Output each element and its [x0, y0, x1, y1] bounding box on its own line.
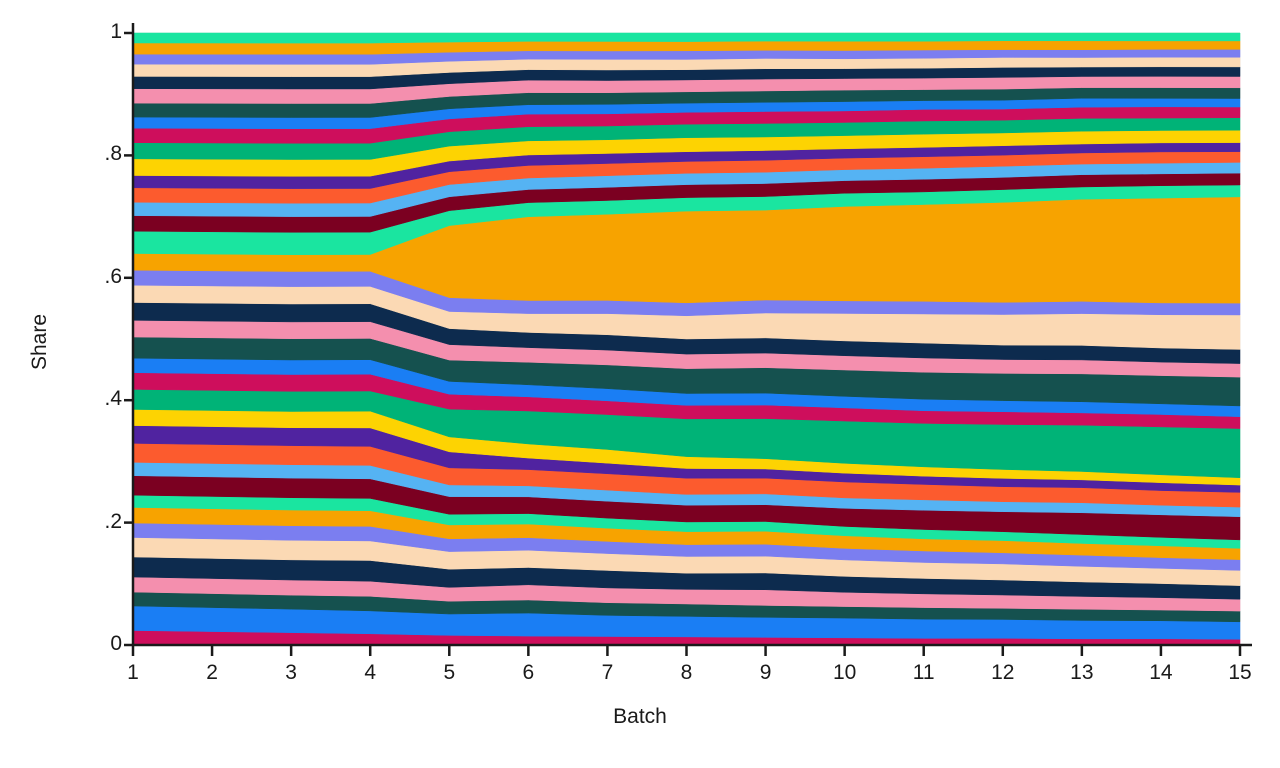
y-axis-title: Share — [28, 313, 51, 371]
x-axis-title: Batch — [613, 705, 667, 728]
y-tick-label: .8 — [104, 142, 122, 166]
x-tick-label: 2 — [206, 661, 218, 684]
stacked-area-chart — [124, 23, 1252, 656]
y-tick-label: .4 — [104, 387, 122, 411]
x-tick-label: 12 — [991, 661, 1015, 684]
y-tick-label: 0 — [110, 632, 122, 655]
x-tick-label: 15 — [1228, 661, 1252, 684]
x-tick-label: 11 — [912, 661, 935, 684]
x-tick-label: 8 — [680, 661, 693, 684]
x-tick-label: 4 — [364, 661, 377, 684]
x-tick-label: 10 — [832, 661, 857, 684]
y-tick-label: .2 — [104, 509, 122, 533]
chart-root: 1 2 3 4 5 6 7 8 9 10 11 12 13 14 15 0.2.4.6.8 1 Batch S… — [0, 0, 1280, 768]
x-tick-label: 5 — [443, 661, 456, 684]
x-tick-label: 7 — [601, 661, 614, 684]
area-bands — [132, 32, 1241, 646]
x-tick-label: 1 — [127, 661, 139, 684]
x-tick-label: 6 — [522, 661, 535, 684]
y-tick-label: .6 — [104, 264, 122, 288]
x-tick-label: 13 — [1070, 661, 1094, 684]
y-tick-label: 1 — [110, 20, 122, 43]
x-tick-label: 14 — [1149, 661, 1173, 684]
x-tick-label: 3 — [285, 661, 297, 684]
x-tick-label: 9 — [759, 661, 772, 684]
